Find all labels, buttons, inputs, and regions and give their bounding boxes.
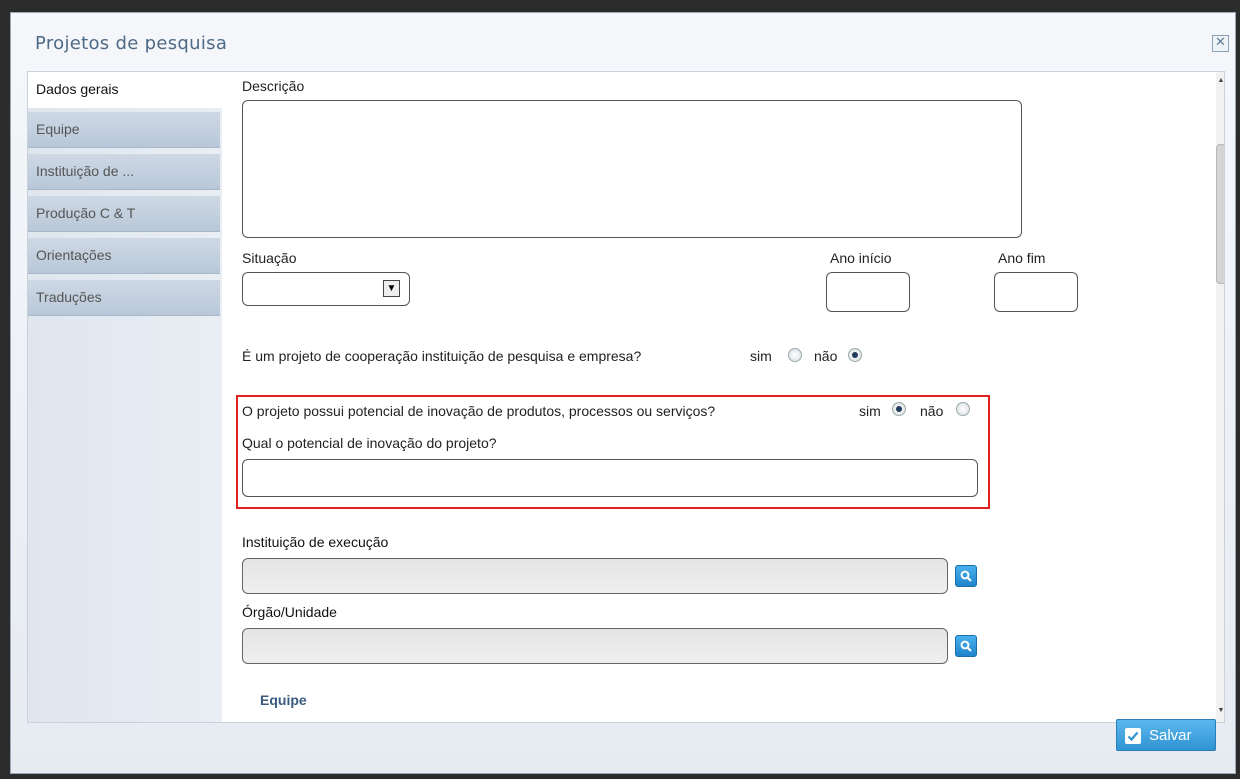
chevron-down-icon[interactable]: ▼ <box>383 280 400 297</box>
tab-orientacoes[interactable]: Orientações <box>28 238 220 274</box>
save-label: Salvar <box>1149 727 1192 744</box>
orgao-input[interactable] <box>242 628 948 664</box>
dialog-title: Projetos de pesquisa <box>35 33 228 54</box>
descricao-textarea[interactable] <box>242 100 1022 238</box>
save-button[interactable]: Salvar <box>1116 719 1216 751</box>
cooperacao-nao-label: não <box>814 348 838 364</box>
dialog-window: Projetos de pesquisa ✕ Dados gerais Equi… <box>10 12 1236 774</box>
tab-list: Dados gerais Equipe Instituição de ... P… <box>28 72 222 722</box>
cooperacao-sim-radio[interactable] <box>788 348 802 362</box>
inovacao-nao-label: não <box>920 403 944 419</box>
inovacao-nao-radio[interactable] <box>956 402 970 416</box>
close-icon[interactable]: ✕ <box>1212 35 1229 52</box>
orgao-search-button[interactable] <box>955 635 977 657</box>
inovacao-detail-label: Qual o potencial de inovação do projeto? <box>242 435 497 451</box>
instituicao-input[interactable] <box>242 558 948 594</box>
tab-instituicao[interactable]: Instituição de ... <box>28 154 220 190</box>
instituicao-search-button[interactable] <box>955 565 977 587</box>
cooperacao-nao-radio[interactable] <box>848 348 862 362</box>
checkmark-icon <box>1125 728 1141 744</box>
scroll-thumb[interactable] <box>1216 144 1224 284</box>
ano-inicio-input[interactable] <box>826 272 910 312</box>
vertical-scrollbar[interactable]: ▲ ▼ <box>1216 72 1224 722</box>
ano-inicio-label: Ano início <box>830 250 892 266</box>
scroll-down-icon[interactable]: ▼ <box>1216 704 1224 718</box>
inovacao-question: O projeto possui potencial de inovação d… <box>242 403 716 419</box>
situacao-label: Situação <box>242 250 297 266</box>
dialog-body: Dados gerais Equipe Instituição de ... P… <box>27 71 1225 723</box>
tab-dados-gerais[interactable]: Dados gerais <box>28 72 222 108</box>
tab-producao[interactable]: Produção C & T <box>28 196 220 232</box>
search-icon <box>960 570 972 582</box>
scroll-up-icon[interactable]: ▲ <box>1216 74 1224 88</box>
situacao-select[interactable]: ▼ <box>242 272 410 306</box>
inovacao-sim-radio[interactable] <box>892 402 906 416</box>
search-icon <box>960 640 972 652</box>
descricao-label: Descrição <box>242 78 305 94</box>
tab-equipe[interactable]: Equipe <box>28 112 220 148</box>
ano-fim-label: Ano fim <box>998 250 1046 266</box>
cooperacao-question: É um projeto de cooperação instituição d… <box>242 348 642 364</box>
inovacao-sim-label: sim <box>859 403 881 419</box>
inovacao-detail-input[interactable] <box>242 459 978 497</box>
inovacao-highlight: O projeto possui potencial de inovação d… <box>236 395 990 509</box>
cooperacao-sim-label: sim <box>750 348 772 364</box>
ano-fim-input[interactable] <box>994 272 1078 312</box>
tab-traducoes[interactable]: Traduções <box>28 280 220 316</box>
